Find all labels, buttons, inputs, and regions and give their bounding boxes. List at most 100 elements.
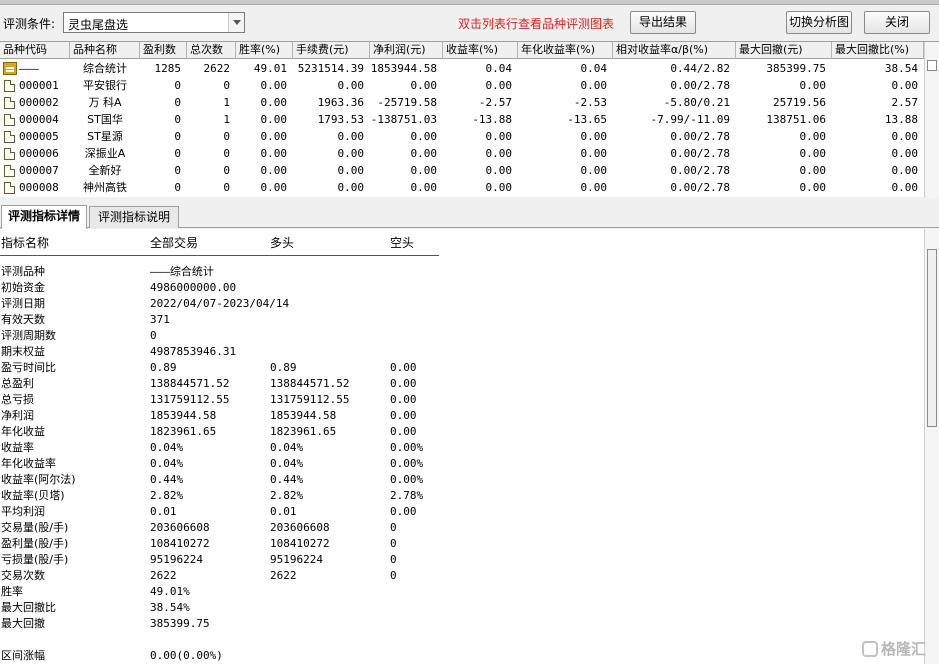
table-cell: 0.00 (799, 181, 827, 194)
grid-scrollbar-thumb[interactable] (927, 60, 937, 71)
table-cell: 0.00 (580, 130, 608, 143)
tab-detail[interactable]: 评测指标详情 (1, 205, 87, 229)
metric-name: 胜率 (1, 585, 23, 598)
watermark: 格隆汇 (862, 638, 926, 659)
table-row[interactable]: 000007 全新好 0 0 0.00 0.00 0.00 0.00 0.00 0.00/2.78… (0, 162, 924, 179)
condition-select[interactable]: 灵虫尾盘选 (63, 12, 245, 33)
metric-name: 最大回撤比 (1, 601, 56, 614)
table-cell: 综合统计 (83, 62, 127, 75)
table-cell: -7.99/-11.09 (650, 113, 730, 126)
table-cell: -138751.03 (370, 113, 437, 126)
grid-column-header[interactable]: 总次数 (187, 42, 236, 59)
table-cell: ——— (19, 62, 39, 75)
chevron-down-icon[interactable] (228, 13, 244, 32)
table-cell: 0.00 (485, 181, 513, 194)
table-cell: 0.04 (485, 62, 513, 75)
metric-value: 2622 (270, 569, 297, 582)
table-row[interactable]: 000004 ST国华 0 1 0.00 1793.53 -138751.03 -13.88 -… (0, 111, 924, 128)
detail-header-long: 多头 (270, 236, 295, 250)
metric-name: 收益率 (1, 441, 34, 454)
table-cell: 0 (174, 130, 181, 143)
table-cell: 1793.53 (317, 113, 364, 126)
table-cell: 0.00 (260, 113, 288, 126)
summary-icon (3, 62, 17, 75)
table-row[interactable]: 000006 深振业A 0 0 0.00 0.00 0.00 0.00 0.00 0.00/2.7… (0, 145, 924, 162)
table-row[interactable]: 000005 ST星源 0 0 0.00 0.00 0.00 0.00 0.00 0.00/2.7… (0, 128, 924, 145)
metric-value: 131759112.55 (150, 393, 230, 406)
tab-explain[interactable]: 评测指标说明 (89, 206, 179, 228)
table-cell: 0 (223, 164, 230, 177)
table-cell: 0.00 (580, 147, 608, 160)
table-row[interactable]: ——— 综合统计 1285 2622 49.01 5231514.39 1853944.58… (0, 60, 924, 77)
grid-column-header[interactable]: 收益率(%) (443, 42, 518, 59)
table-cell: 5231514.39 (297, 62, 364, 75)
table-cell: 000006 (19, 147, 59, 160)
grid-column-header[interactable]: 年化收益率(%) (518, 42, 613, 59)
grid-scrollbar[interactable] (924, 42, 939, 198)
logo-icon (862, 641, 878, 657)
grid-column-header[interactable]: 品种名称 (70, 42, 140, 59)
grid-column-header[interactable]: 最大回撤(元) (736, 42, 832, 59)
grid-column-header[interactable]: 最大回撤比(%) (832, 42, 924, 59)
metric-value: 0.04% (150, 441, 184, 454)
table-cell: -2.53 (573, 96, 607, 109)
table-cell: 1285 (154, 62, 182, 75)
table-cell: 0.00 (485, 147, 513, 160)
table-cell: 2.57 (891, 96, 919, 109)
table-cell: 138751.06 (766, 113, 826, 126)
list-item: 收益率(阿尔法) 0.44% 0.44% 0.00% (0, 472, 600, 488)
metric-value: 0.00% (390, 473, 424, 486)
table-row[interactable]: 000002 万 科A 0 1 0.00 1963.36 -25719.58 -2.57 -2.… (0, 94, 924, 111)
grid-column-header[interactable]: 胜率(%) (236, 42, 293, 59)
metric-name: 评测周期数 (1, 329, 56, 342)
metric-name: 亏损量(股/手) (1, 553, 69, 566)
detail-scrollbar-thumb[interactable] (927, 249, 937, 427)
list-item: 净利润 1853944.58 1853944.58 0.00 (0, 408, 600, 424)
list-item: 区间涨幅 0.00(0.00%) (0, 648, 600, 664)
metric-value: 95196224 (270, 553, 323, 566)
metric-value: 108410272 (150, 537, 210, 550)
table-cell: 000002 (19, 96, 59, 109)
metric-value: 0.00 (390, 505, 417, 518)
metric-value: 0.89 (150, 361, 177, 374)
detail-scrollbar[interactable] (924, 229, 939, 664)
export-button[interactable]: 导出结果 (630, 11, 696, 34)
metric-value: 0.01 (270, 505, 297, 518)
metric-value: 4987853946.31 (150, 345, 237, 358)
document-icon (4, 97, 15, 109)
grid-column-header[interactable]: 品种代码 (0, 42, 70, 59)
table-cell: 0.00 (410, 181, 438, 194)
list-item: 盈亏时间比 0.89 0.89 0.00 (0, 360, 600, 376)
metric-name: 盈利量(股/手) (1, 537, 69, 550)
metric-name: 收益率(阿尔法) (1, 473, 76, 486)
grid-rows: ——— 综合统计 1285 2622 49.01 5231514.39 1853944.58… (0, 60, 924, 196)
list-item: 年化收益率 0.04% 0.04% 0.00% (0, 456, 600, 472)
list-item: 胜率 49.01% (0, 584, 600, 600)
grid-column-header[interactable]: 手续费(元) (293, 42, 370, 59)
close-button[interactable]: 关闭 (864, 11, 930, 34)
metric-value: 131759112.55 (270, 393, 350, 406)
grid-column-header[interactable]: 净利润(元) (370, 42, 443, 59)
metric-name: 总亏损 (1, 393, 34, 406)
metric-value: 0 (390, 521, 397, 534)
metric-value: 1823961.65 (150, 425, 217, 438)
table-cell: 000001 (19, 79, 59, 92)
metric-name: 初始资金 (1, 281, 45, 294)
detail-header-divider (0, 255, 439, 256)
grid-column-header[interactable]: 盈利数 (140, 42, 187, 59)
table-row[interactable]: 000001 平安银行 0 0 0.00 0.00 0.00 0.00 0.00 0.00/2.7… (0, 77, 924, 94)
grid-header: 品种代码 品种名称 盈利数 总次数 胜率(%) 手续费(元) 净利润(元) 收益率(%) 年化收… (0, 42, 924, 59)
metric-value: 2022/04/07-2023/04/14 (150, 297, 290, 310)
table-cell: 13.88 (884, 113, 918, 126)
metric-name: 收益率(贝塔) (1, 489, 65, 502)
table-cell: 0 (223, 147, 230, 160)
table-row[interactable]: 000008 神州高铁 0 0 0.00 0.00 0.00 0.00 0.00 0.00/2.7… (0, 179, 924, 196)
metric-value: 4986000000.00 (150, 281, 237, 294)
metric-value: 1853944.58 (150, 409, 217, 422)
grid-column-header[interactable]: 相对收益率α/β(%) (613, 42, 736, 59)
document-icon (4, 148, 15, 160)
metric-name: 评测日期 (1, 297, 45, 310)
list-item: 亏损量(股/手) 95196224 95196224 0 (0, 552, 600, 568)
metric-value: 0.44% (150, 473, 184, 486)
switch-chart-button[interactable]: 切换分析图 (786, 11, 852, 34)
